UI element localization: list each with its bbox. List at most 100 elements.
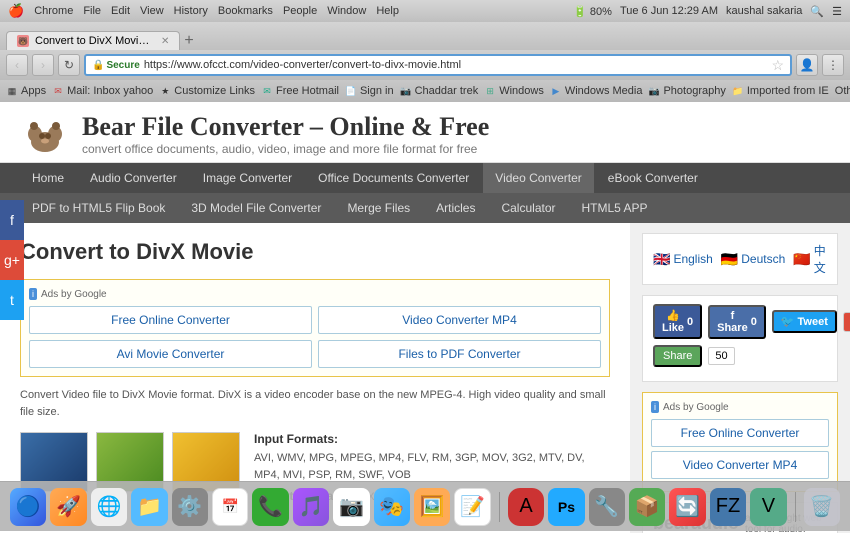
dock-finder[interactable]: 🔵 bbox=[10, 488, 46, 526]
sidebar-ad-btn-1[interactable]: Free Online Converter bbox=[651, 419, 829, 447]
tab-close-button[interactable]: ✕ bbox=[161, 36, 169, 47]
system-icons: 🔋 80% bbox=[573, 5, 612, 18]
history-menu[interactable]: History bbox=[174, 5, 208, 17]
nav-pdf-flip[interactable]: PDF to HTML5 Flip Book bbox=[20, 193, 177, 223]
nav-merge[interactable]: Merge Files bbox=[335, 193, 422, 223]
file-menu[interactable]: File bbox=[83, 5, 101, 17]
ad-files-pdf[interactable]: Files to PDF Converter bbox=[318, 340, 601, 368]
site-title: Bear File Converter – Online & Free bbox=[82, 112, 489, 142]
bear-logo bbox=[20, 114, 70, 154]
apple-menu[interactable]: 🍎 bbox=[8, 3, 24, 19]
dock-photoshop[interactable]: Ps bbox=[548, 488, 584, 526]
flag-uk: 🇬🇧 bbox=[653, 251, 670, 268]
dock-settings[interactable]: ⚙️ bbox=[172, 488, 208, 526]
dock-app10[interactable]: 🖼️ bbox=[414, 488, 450, 526]
facebook-like-button[interactable]: 👍 Like 0 bbox=[653, 304, 702, 339]
dock-files[interactable]: 📁 bbox=[131, 488, 167, 526]
dock-preview[interactable]: 🎭 bbox=[374, 488, 410, 526]
search-icon[interactable]: 🔍 bbox=[810, 5, 824, 18]
bookmark-hotmail[interactable]: ✉ Free Hotmail bbox=[261, 85, 339, 97]
lang-chinese[interactable]: 🇨🇳 中文 bbox=[793, 242, 827, 276]
ads-box: i Ads by Google Free Online Converter Vi… bbox=[20, 279, 610, 377]
bookmark-signin[interactable]: 📄 Sign in bbox=[345, 85, 394, 97]
nav-audio[interactable]: Audio Converter bbox=[78, 163, 189, 193]
chrome-menu[interactable]: Chrome bbox=[34, 5, 73, 17]
dock-app14[interactable]: 🔧 bbox=[589, 488, 625, 526]
nav-image[interactable]: Image Converter bbox=[191, 163, 304, 193]
dock-app18[interactable]: V bbox=[750, 488, 786, 526]
view-menu[interactable]: View bbox=[140, 5, 164, 17]
bookmark-media[interactable]: ▶ Windows Media bbox=[550, 85, 643, 97]
bookmark-star[interactable]: ☆ bbox=[771, 57, 784, 74]
nav-video[interactable]: Video Converter bbox=[483, 163, 594, 193]
dock-calendar[interactable]: 📅 bbox=[212, 488, 248, 526]
description-text: Convert Video file to DivX Movie format.… bbox=[20, 387, 610, 420]
chaddar-icon: 📷 bbox=[400, 85, 412, 97]
bookmarks-menu[interactable]: Bookmarks bbox=[218, 5, 273, 17]
nav-calculator[interactable]: Calculator bbox=[489, 193, 567, 223]
mail-icon: ✉ bbox=[52, 85, 64, 97]
customize-icon: ★ bbox=[159, 85, 171, 97]
signin-icon: 📄 bbox=[345, 85, 357, 97]
dock-photos[interactable]: 📷 bbox=[333, 488, 369, 526]
sidebar-ad-btn-2[interactable]: Video Converter MP4 bbox=[651, 451, 829, 479]
user-account-button[interactable]: 👤 bbox=[796, 54, 818, 76]
ad-video-mp4[interactable]: Video Converter MP4 bbox=[318, 306, 601, 334]
nav-articles[interactable]: Articles bbox=[424, 193, 487, 223]
mac-topbar-right: 🔋 80% Tue 6 Jun 12:29 AM kaushal sakaria… bbox=[573, 5, 842, 18]
dock-textedit[interactable]: 📝 bbox=[454, 488, 490, 526]
ad-free-converter[interactable]: Free Online Converter bbox=[29, 306, 312, 334]
people-menu[interactable]: People bbox=[283, 5, 317, 17]
dock-trash[interactable]: 🗑️ bbox=[804, 488, 840, 526]
left-social-bar: f g+ t bbox=[0, 200, 24, 320]
bookmark-windows[interactable]: ⊞ Windows bbox=[484, 85, 544, 97]
forward-button[interactable]: › bbox=[32, 54, 54, 76]
googleplus-side-button[interactable]: g+ bbox=[0, 240, 24, 280]
page-title: Convert to DivX Movie bbox=[20, 239, 610, 265]
notification-icon[interactable]: ☰ bbox=[832, 5, 842, 18]
dock-app16[interactable]: 🔄 bbox=[669, 488, 705, 526]
bookmark-apps[interactable]: ▦ Apps bbox=[6, 85, 46, 97]
new-tab-button[interactable]: + bbox=[180, 32, 197, 50]
dock-app12[interactable]: A bbox=[508, 488, 544, 526]
twitter-side-button[interactable]: t bbox=[0, 280, 24, 320]
reload-button[interactable]: ↻ bbox=[58, 54, 80, 76]
tab-favicon: 🐻 bbox=[17, 35, 29, 47]
nav-home[interactable]: Home bbox=[20, 163, 76, 193]
bookmark-photo[interactable]: 📷 Photography bbox=[648, 85, 725, 97]
apps-icon: ▦ bbox=[6, 85, 18, 97]
dock-app15[interactable]: 📦 bbox=[629, 488, 665, 526]
gplus-button[interactable]: G+ bbox=[843, 312, 850, 332]
ad-avi-converter[interactable]: Avi Movie Converter bbox=[29, 340, 312, 368]
dock-facetime[interactable]: 📞 bbox=[252, 488, 288, 526]
bookmark-mail[interactable]: ✉ Mail: Inbox yahoo bbox=[52, 85, 153, 97]
nav-ebook[interactable]: eBook Converter bbox=[596, 163, 710, 193]
facebook-share-button[interactable]: f Share 0 bbox=[708, 305, 766, 339]
active-tab[interactable]: 🐻 Convert to DivX Movie | Bear... ✕ bbox=[6, 31, 180, 50]
dock-chrome[interactable]: 🌐 bbox=[91, 488, 127, 526]
help-menu[interactable]: Help bbox=[376, 5, 399, 17]
address-bar[interactable]: 🔒 Secure https://www.ofcct.com/video-con… bbox=[84, 54, 792, 76]
bookmark-other[interactable]: Other Bookmarks bbox=[835, 85, 850, 97]
lang-english[interactable]: 🇬🇧 English bbox=[653, 251, 713, 268]
window-menu[interactable]: Window bbox=[327, 5, 366, 17]
browser-chrome: 🐻 Convert to DivX Movie | Bear... ✕ + bbox=[0, 22, 850, 50]
bookmark-chaddar[interactable]: 📷 Chaddar trek bbox=[400, 85, 479, 97]
dock: 🔵 🚀 🌐 📁 ⚙️ 📅 📞 🎵 📷 🎭 🖼️ 📝 A Ps 🔧 📦 🔄 FZ … bbox=[0, 481, 850, 531]
dock-launchpad[interactable]: 🚀 bbox=[50, 488, 86, 526]
nav-3d-model[interactable]: 3D Model File Converter bbox=[179, 193, 333, 223]
lang-german[interactable]: 🇩🇪 Deutsch bbox=[721, 251, 785, 268]
menu-button[interactable]: ⋮ bbox=[822, 54, 844, 76]
back-button[interactable]: ‹ bbox=[6, 54, 28, 76]
nav-html5[interactable]: HTML5 APP bbox=[570, 193, 660, 223]
primary-nav: Home Audio Converter Image Converter Off… bbox=[0, 163, 850, 193]
facebook-side-button[interactable]: f bbox=[0, 200, 24, 240]
nav-office[interactable]: Office Documents Converter bbox=[306, 163, 481, 193]
twitter-tweet-button[interactable]: 🐦 Tweet bbox=[772, 310, 837, 333]
edit-menu[interactable]: Edit bbox=[111, 5, 130, 17]
dock-filezilla[interactable]: FZ bbox=[710, 488, 746, 526]
dock-itunes[interactable]: 🎵 bbox=[293, 488, 329, 526]
bookmark-customize[interactable]: ★ Customize Links bbox=[159, 85, 255, 97]
share-button[interactable]: Share bbox=[653, 345, 702, 367]
bookmark-imported[interactable]: 📁 Imported from IE bbox=[732, 85, 829, 97]
